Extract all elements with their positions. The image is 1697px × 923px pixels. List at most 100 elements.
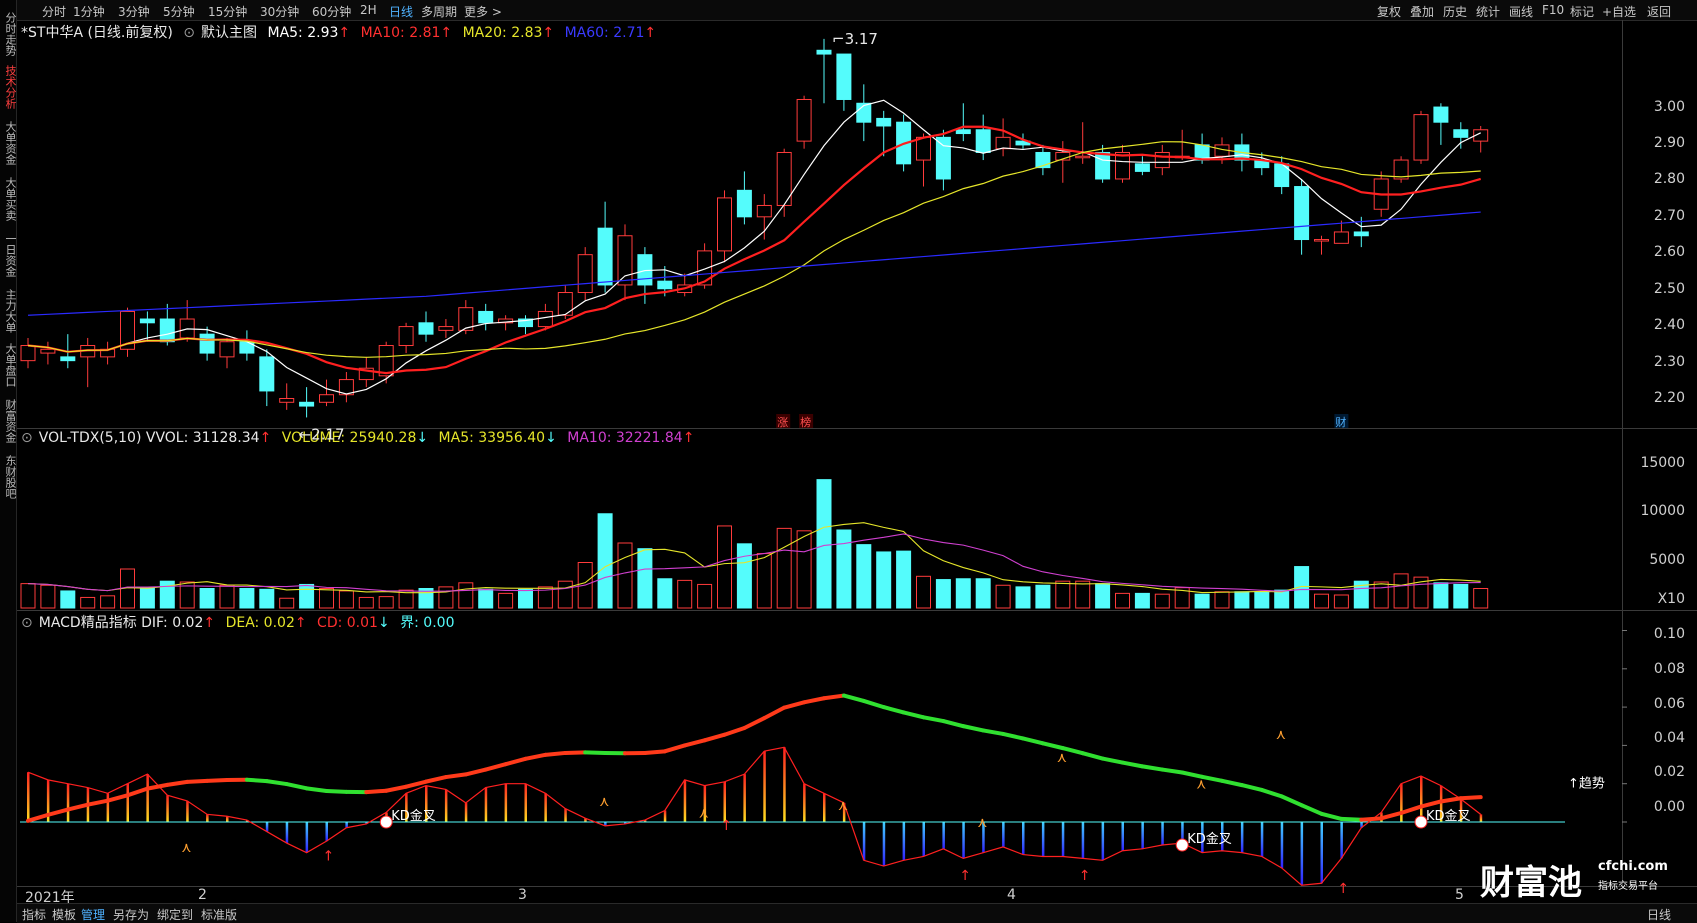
dif-line-segment (685, 740, 705, 745)
brand-site: cfchi.com (1598, 859, 1668, 874)
macd-bar (1480, 814, 1483, 822)
macd-bar (1002, 822, 1005, 847)
volume-bar (260, 589, 274, 608)
dif-line-segment (526, 755, 546, 759)
dif-line-segment (904, 712, 924, 717)
price-tick: 2.60 (1625, 244, 1685, 260)
buy-arrow-icon: ↑ (959, 868, 971, 884)
dif-line-segment (1003, 734, 1023, 739)
dif-line-segment (1401, 807, 1421, 813)
volume-bars (21, 480, 1488, 608)
candle-body (817, 50, 831, 54)
candle-body (956, 130, 970, 134)
macd-bar (326, 822, 329, 841)
dif-line-segment (366, 791, 386, 792)
dif-line-segment (1421, 801, 1441, 806)
macd-bar (345, 822, 348, 828)
dif-line-segment (1441, 798, 1461, 801)
macd-bar (1321, 822, 1324, 883)
dif-line-segment (147, 785, 167, 789)
volume-bar (996, 585, 1010, 608)
signal-marker: ⋏ (1057, 750, 1067, 766)
volume-bar (956, 579, 970, 608)
event-marker: 榜 (800, 415, 811, 429)
volume-bar (61, 591, 75, 608)
macd-bar (465, 803, 468, 822)
dif-line-segment (983, 730, 1003, 733)
brand-name: 财富池 (1480, 855, 1582, 904)
standard-version-tab[interactable]: 标准版 (201, 906, 237, 923)
trend-label: ↑趋势 (1568, 776, 1605, 792)
volume-bar (1434, 583, 1448, 608)
macd-tick: 0.04 (1625, 730, 1685, 746)
volume-bar (1394, 574, 1408, 608)
dif-line-segment (1222, 781, 1242, 785)
template-tab[interactable]: 模板 (52, 906, 76, 923)
dif-line-segment (486, 764, 506, 769)
stock-chart[interactable]: ⌐3.17←2.17涨榜财KD金叉KD金叉KD金叉⋏⋏⋏⋏⋏⋏⋏⋏↑↑↑↑↑↑趋… (0, 0, 1697, 922)
macd-bar (27, 772, 30, 822)
signal-marker: ⋏ (1196, 777, 1206, 793)
candle-body (917, 137, 931, 160)
dif-line-segment (1103, 759, 1123, 763)
price-tick: 2.40 (1625, 317, 1685, 333)
candle-body (1414, 115, 1428, 160)
volume-bar (359, 597, 373, 608)
volume-bar (1255, 592, 1269, 608)
candle-body (1354, 232, 1368, 236)
time-tick: 3 (518, 887, 527, 903)
signal-marker: ⋏ (181, 840, 191, 856)
volume-bar (499, 593, 513, 608)
dif-line-segment (1162, 770, 1182, 773)
dif-line-segment (167, 782, 187, 785)
signal-marker: ⋏ (1276, 727, 1286, 743)
volume-bar (81, 597, 95, 608)
dif-line-segment (1083, 753, 1103, 758)
candle-body (837, 54, 851, 99)
candle-body (379, 346, 393, 376)
volume-bar (917, 576, 931, 608)
volume-bar (479, 589, 493, 608)
bind-to-tab[interactable]: 绑定到 (157, 906, 193, 923)
candle-body (1076, 156, 1090, 158)
kd-cross-label: KD金叉 (391, 808, 436, 824)
macd-bar (1241, 822, 1244, 853)
macd-bar (863, 822, 866, 860)
candle-body (976, 130, 990, 153)
dif-line-segment (1262, 790, 1282, 796)
volume-bar (558, 581, 572, 608)
kd-cross-label: KD金叉 (1426, 808, 1471, 824)
volume-bar (658, 579, 672, 608)
macd-bar (1301, 822, 1304, 885)
macd-bar (286, 822, 289, 843)
volume-bar (1275, 590, 1289, 608)
volume-bar (220, 585, 234, 608)
candle-body (1295, 187, 1309, 240)
price-tick: 3.00 (1625, 99, 1685, 115)
macd-bar (763, 751, 766, 822)
candle-body (160, 319, 174, 342)
candle-body (1434, 107, 1448, 122)
macd-bar (883, 822, 886, 866)
macd-bar (1062, 822, 1065, 856)
manage-tab[interactable]: 管理 (81, 906, 105, 923)
macd-tick: 0.02 (1625, 764, 1685, 780)
volume-bar (1195, 594, 1209, 608)
volume-bar (1076, 581, 1090, 608)
dif-line-segment (108, 795, 128, 800)
macd-bar (1281, 822, 1284, 868)
indicator-tab[interactable]: 指标 (22, 906, 46, 923)
macd-bar (664, 811, 667, 822)
macd-bar (146, 774, 149, 822)
volume-bar (280, 598, 294, 608)
macd-bar (485, 788, 488, 822)
dif-line-segment (725, 728, 745, 735)
volume-bar (320, 589, 334, 609)
candle-body (618, 236, 632, 285)
candle-body (399, 327, 413, 346)
dif-line-segment (1361, 818, 1381, 819)
buy-arrow-icon: ↑ (1079, 868, 1091, 884)
signal-marker: ⋏ (599, 794, 609, 810)
macd-bar (266, 822, 269, 832)
save-as-tab[interactable]: 另存为 (113, 906, 149, 923)
